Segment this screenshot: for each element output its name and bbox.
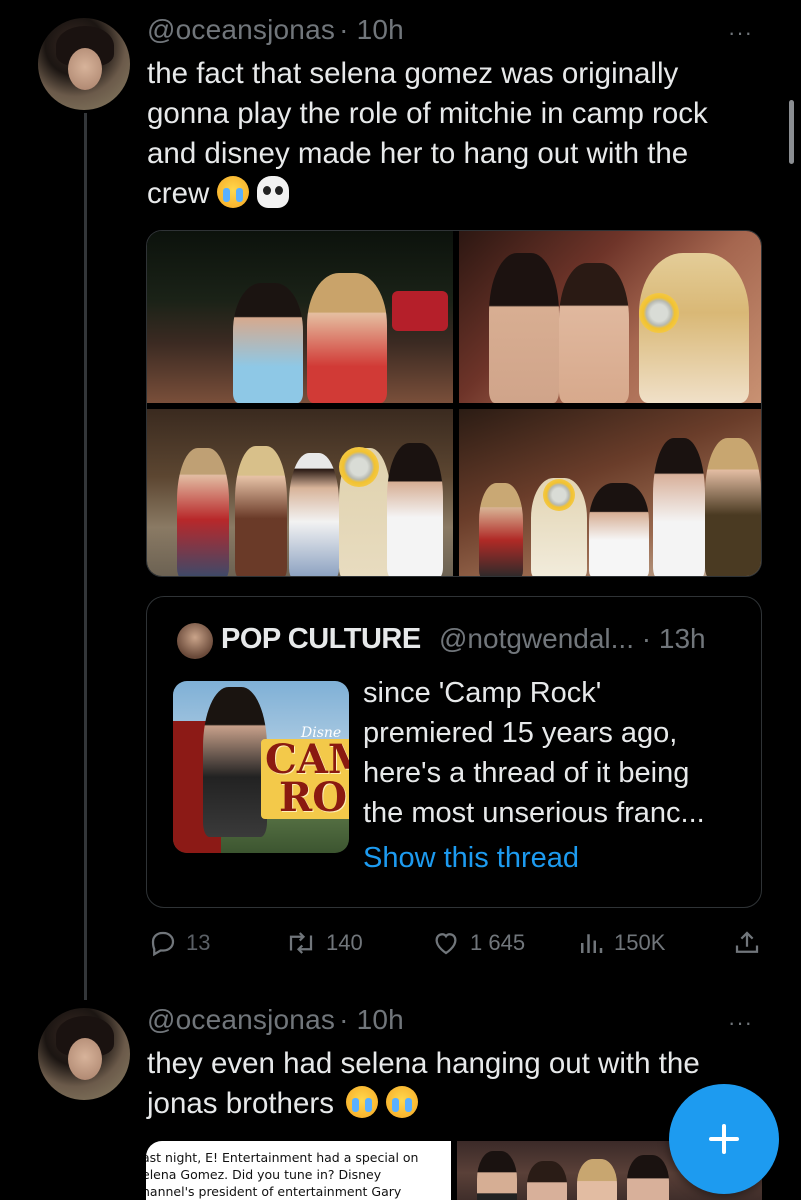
tweet-text: they even had selena hanging out with th… xyxy=(147,1044,767,1124)
quoted-author-name: POP CULTURE xyxy=(221,623,421,655)
show-this-thread-link[interactable]: Show this thread xyxy=(363,842,579,875)
news-line: elena Gomez. Did you tune in? Disney xyxy=(146,1167,382,1182)
compose-tweet-button[interactable] xyxy=(669,1084,779,1194)
blur-sticker-icon xyxy=(639,293,679,333)
photo-person xyxy=(577,1159,617,1200)
retweet-icon xyxy=(289,932,313,954)
tweet-media-grid[interactable] xyxy=(146,230,762,577)
news-article-snippet[interactable]: ast night, E! Entertainment had a specia… xyxy=(146,1141,451,1200)
tweet-time: · 10h xyxy=(339,1004,404,1035)
photo-person xyxy=(387,443,443,576)
tweet-text-line: and disney made her to hang out with the xyxy=(147,137,689,170)
quoted-tweet-card[interactable]: POP CULTURE @notgwendal... · 13h Disne C… xyxy=(146,596,762,908)
quoted-text-line: the most unserious franc... xyxy=(363,797,705,829)
avatar-face xyxy=(68,48,102,90)
quoted-author-handle: @notgwendal... · 13h xyxy=(439,623,706,654)
tweet-text-line-last: crew xyxy=(147,174,767,214)
thread-connector-line xyxy=(84,113,87,1000)
quoted-tweet-thumbnail[interactable]: Disne CAMIROI xyxy=(173,681,349,853)
photo-decoration xyxy=(392,291,448,331)
thumbnail-figure xyxy=(203,687,267,837)
photo-person xyxy=(653,438,705,576)
reply-icon xyxy=(151,931,175,957)
crying-face-emoji-icon xyxy=(345,1086,378,1118)
photo-person xyxy=(289,453,339,576)
views-chart-icon xyxy=(581,934,603,953)
crying-face-emoji-icon xyxy=(385,1086,418,1118)
photo-person xyxy=(233,283,303,403)
like-button[interactable]: 1 645 xyxy=(430,924,525,962)
view-count: 150K xyxy=(614,930,666,955)
tweet-text-line: they even had selena hanging out with th… xyxy=(147,1047,700,1080)
scrollbar[interactable] xyxy=(789,100,794,164)
reply-count: 13 xyxy=(186,930,211,955)
photo-person xyxy=(489,253,559,403)
blur-sticker-icon xyxy=(339,447,379,487)
photo-person xyxy=(235,446,287,576)
photo-person xyxy=(177,448,229,576)
quoted-author-avatar xyxy=(177,623,213,659)
retweet-button[interactable]: 140 xyxy=(284,924,363,962)
logo-line: ROI xyxy=(279,774,349,821)
quoted-text-line: premiered 15 years ago, xyxy=(363,717,678,749)
retweet-count: 140 xyxy=(326,930,363,955)
author-avatar[interactable] xyxy=(38,1008,130,1100)
quoted-text-line: here's a thread of it being xyxy=(363,757,690,789)
photo-person xyxy=(589,483,649,576)
photo-person xyxy=(477,1151,517,1200)
tweet-author-handle[interactable]: @oceansjonas · 10h xyxy=(147,1004,404,1036)
photo-person xyxy=(527,1161,567,1200)
views-button[interactable]: 150K xyxy=(576,924,665,962)
plus-icon xyxy=(722,1124,726,1154)
more-options-icon[interactable]: ··· xyxy=(728,20,753,46)
photo-person xyxy=(307,273,387,403)
tweet-author-handle[interactable]: @oceansjonas · 10h xyxy=(147,14,404,46)
tweet-time: · 10h xyxy=(339,14,404,45)
tweet-text-word: jonas brothers xyxy=(147,1087,334,1120)
quoted-text-line: since 'Camp Rock' xyxy=(363,677,602,709)
tweet-text-line: gonna play the role of mitchie in camp r… xyxy=(147,97,708,130)
news-line: hannel's president of entertainment Gary xyxy=(146,1184,402,1199)
handle-text[interactable]: @oceansjonas xyxy=(147,14,335,45)
quoted-tweet-text: since 'Camp Rock' premiered 15 years ago… xyxy=(363,673,743,833)
heart-icon xyxy=(435,933,457,955)
media-photo-4[interactable] xyxy=(459,409,761,576)
photo-person xyxy=(479,483,523,576)
blur-sticker-icon xyxy=(543,479,575,511)
camp-rock-logo: CAMIROI xyxy=(261,739,349,819)
handle-text[interactable]: @oceansjonas xyxy=(147,1004,335,1035)
like-count: 1 645 xyxy=(470,930,526,955)
share-icon xyxy=(735,931,759,953)
photo-person xyxy=(627,1155,669,1200)
tweet-text-word: crew xyxy=(147,177,210,210)
news-line: ast night, E! Entertainment had a specia… xyxy=(146,1150,419,1165)
tweet-text-line: the fact that selena gomez was originall… xyxy=(147,57,679,90)
crying-face-emoji-icon xyxy=(217,176,250,208)
media-photo-3[interactable] xyxy=(147,409,453,576)
photo-person xyxy=(705,438,761,576)
reply-button[interactable]: 13 xyxy=(148,924,210,962)
author-avatar[interactable] xyxy=(38,18,130,110)
tweet-action-bar: 13 140 1 645 150K xyxy=(146,924,762,962)
media-photo-2[interactable] xyxy=(459,231,761,403)
share-button[interactable] xyxy=(732,924,770,962)
tweet-text: the fact that selena gomez was originall… xyxy=(147,54,767,214)
avatar-face xyxy=(68,1038,102,1080)
media-photo-1[interactable] xyxy=(147,231,453,403)
skull-emoji-icon xyxy=(257,176,290,208)
more-options-icon[interactable]: ··· xyxy=(728,1010,753,1036)
photo-person xyxy=(559,263,629,403)
